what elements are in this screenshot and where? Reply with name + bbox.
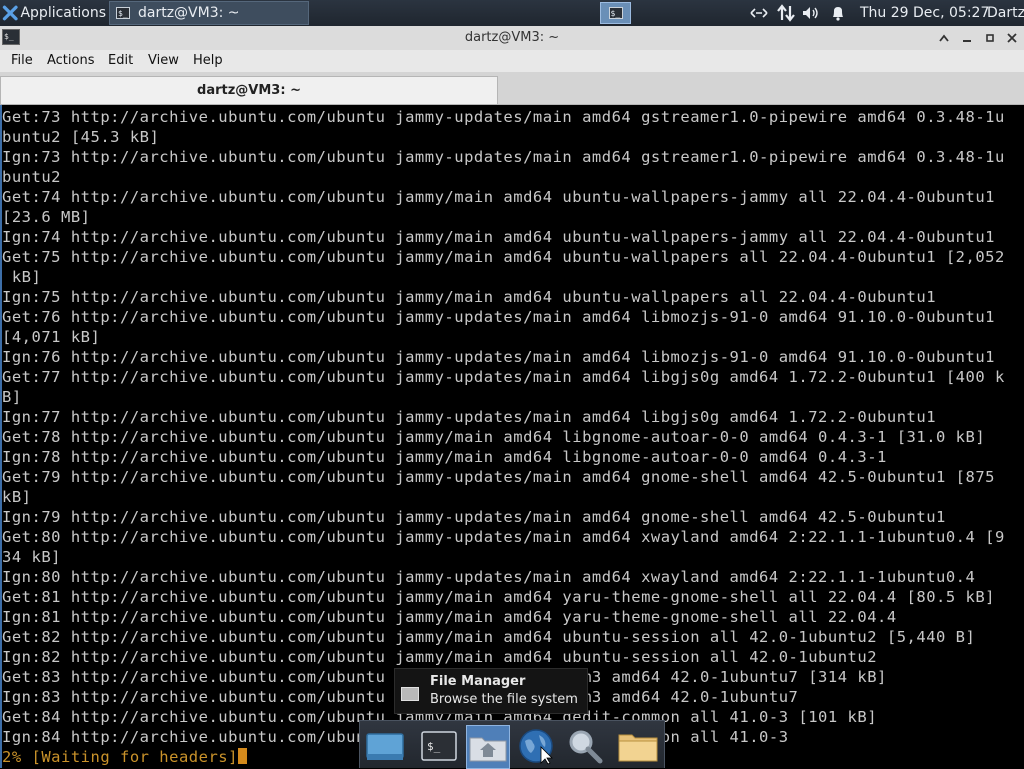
progress-text: 2% [Waiting for headers]: [2, 748, 238, 766]
terminal-line: Get:80 http://archive.ubuntu.com/ubuntu …: [2, 528, 1005, 546]
network-icon[interactable]: [748, 0, 770, 26]
terminal-line: Ign:81 http://archive.ubuntu.com/ubuntu …: [2, 608, 897, 626]
terminal-line: 34 kB]: [2, 548, 61, 566]
menu-help[interactable]: Help: [191, 50, 225, 72]
search-icon: [569, 730, 603, 764]
terminal-line: B]: [2, 388, 22, 406]
tooltip-subtitle: Browse the file system: [430, 692, 578, 707]
terminal-line: Ign:82 http://archive.ubuntu.com/ubuntu …: [2, 648, 878, 666]
xfce-logo-icon: [2, 5, 18, 21]
terminal-icon: $_: [608, 7, 623, 19]
terminal-line: Get:79 http://archive.ubuntu.com/ubuntu …: [2, 468, 996, 486]
applications-label: Applications: [20, 5, 106, 21]
tooltip: File Manager Browse the file system: [394, 668, 588, 714]
terminal-line: Get:77 http://archive.ubuntu.com/ubuntu …: [2, 368, 1005, 386]
terminal-line: Ign:75 http://archive.ubuntu.com/ubuntu …: [2, 288, 937, 306]
folder-icon: [618, 734, 658, 762]
terminal-line: Get:81 http://archive.ubuntu.com/ubuntu …: [2, 588, 996, 606]
menu-file[interactable]: File: [9, 50, 35, 72]
desktop-icon: [366, 733, 404, 760]
terminal-line: Get:82 http://archive.ubuntu.com/ubuntu …: [2, 628, 976, 646]
maximize-icon: [986, 34, 994, 42]
terminal-icon: $_: [116, 7, 130, 19]
tab-terminal[interactable]: dartz@VM3: ~: [0, 76, 498, 104]
dock-file-manager[interactable]: [466, 725, 510, 769]
tab-bar: dartz@VM3: ~: [0, 72, 1024, 105]
terminal-line: Get:74 http://archive.ubuntu.com/ubuntu …: [2, 188, 996, 206]
applications-menu-button[interactable]: Applications: [0, 0, 106, 26]
terminal-line: Ign:77 http://archive.ubuntu.com/ubuntu …: [2, 408, 937, 426]
window-minimize-button[interactable]: [957, 26, 977, 50]
terminal-line: buntu2 [45.3 kB]: [2, 128, 160, 146]
terminal-line: Get:75 http://archive.ubuntu.com/ubuntu …: [2, 248, 1005, 266]
top-panel: Applications $_ dartz@VM3: ~ $_ Thu 29 D…: [0, 0, 1024, 26]
dock-search[interactable]: [563, 726, 607, 766]
notification-bell-icon[interactable]: [828, 0, 848, 26]
window-titlebar[interactable]: $_ dartz@VM3: ~: [0, 26, 1024, 51]
taskbar-window-button[interactable]: $_ dartz@VM3: ~: [109, 1, 309, 25]
chevron-up-icon: [939, 34, 949, 42]
terminal-line: Get:73 http://archive.ubuntu.com/ubuntu …: [2, 108, 1005, 126]
user-menu[interactable]: Dartz: [987, 0, 1024, 26]
terminal-line: Get:76 http://archive.ubuntu.com/ubuntu …: [2, 308, 996, 326]
clock[interactable]: Thu 29 Dec, 05:27: [860, 0, 989, 26]
dock-show-desktop[interactable]: [363, 726, 407, 766]
terminal-line: kB]: [2, 488, 32, 506]
svg-text:$_: $_: [427, 740, 441, 753]
web-browser-icon: [519, 729, 553, 765]
menu-edit[interactable]: Edit: [106, 50, 135, 72]
terminal-line: Ign:74 http://archive.ubuntu.com/ubuntu …: [2, 228, 996, 246]
terminal-line: Ign:79 http://archive.ubuntu.com/ubuntu …: [2, 508, 946, 526]
terminal-cursor: [237, 748, 247, 764]
volume-icon[interactable]: [800, 0, 822, 26]
terminal-line: Ign:78 http://archive.ubuntu.com/ubuntu …: [2, 448, 887, 466]
minimize-icon: [963, 40, 971, 42]
window-close-button[interactable]: [1002, 26, 1022, 50]
terminal-line: Ign:73 http://archive.ubuntu.com/ubuntu …: [2, 148, 1005, 166]
dock-folder[interactable]: [616, 726, 660, 766]
terminal-line: [4,071 kB]: [2, 328, 101, 346]
terminal-line: Ign:80 http://archive.ubuntu.com/ubuntu …: [2, 568, 976, 586]
workspace-switcher-button[interactable]: $_: [600, 2, 631, 24]
dock-web-browser[interactable]: [514, 726, 558, 766]
terminal-line: kB]: [2, 268, 42, 286]
menu-actions[interactable]: Actions: [45, 50, 97, 72]
window-maximize-button[interactable]: [980, 26, 1000, 50]
menu-view[interactable]: View: [146, 50, 181, 72]
window-up-button[interactable]: [934, 26, 954, 50]
terminal-line: Ign:76 http://archive.ubuntu.com/ubuntu …: [2, 348, 996, 366]
file-manager-icon: [401, 687, 419, 701]
menu-bar: File Actions Edit View Help: [0, 50, 1024, 72]
home-folder-icon: [469, 737, 507, 762]
transfer-icon[interactable]: [774, 0, 798, 26]
close-icon: [1007, 33, 1017, 43]
terminal-line: buntu2: [2, 168, 61, 186]
dock: $_: [359, 720, 665, 769]
terminal-line: Get:78 http://archive.ubuntu.com/ubuntu …: [2, 428, 986, 446]
terminal-line: [23.6 MB]: [2, 208, 91, 226]
dock-terminal[interactable]: $_: [417, 726, 461, 766]
window-title: dartz@VM3: ~: [464, 30, 560, 45]
taskbar-window-title: dartz@VM3: ~: [138, 5, 240, 21]
terminal-icon: $_: [421, 731, 457, 761]
tooltip-title: File Manager: [430, 674, 526, 689]
